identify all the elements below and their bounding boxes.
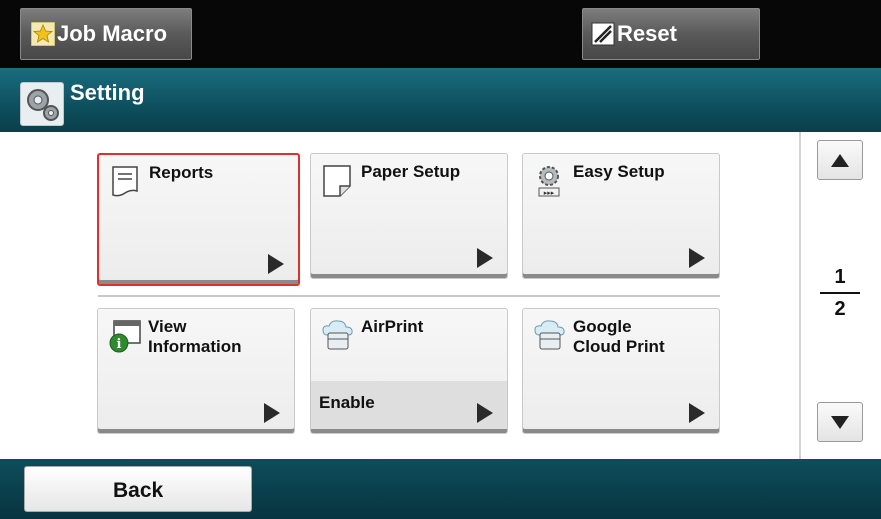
star-icon [30, 21, 56, 47]
tile-label: Google Cloud Print [573, 317, 665, 356]
settings-gear-icon [20, 82, 64, 126]
tile-label: Easy Setup [573, 162, 665, 181]
svg-text:▸▸▸: ▸▸▸ [544, 189, 555, 197]
arrow-icon [689, 403, 705, 423]
top-bar: Job Macro Reset [0, 0, 881, 68]
tile-reports[interactable]: Reports [97, 153, 300, 286]
row-divider [98, 295, 720, 297]
up-arrow-icon [831, 153, 849, 167]
arrow-icon [477, 403, 493, 423]
reset-icon [591, 22, 615, 46]
tile-view-information[interactable]: i View Information [97, 308, 295, 434]
settings-menu: Reports Paper Setup ▸▸▸ Easy Setup i Vie… [0, 132, 881, 459]
reset-label: Reset [617, 21, 677, 46]
tile-easy-setup[interactable]: ▸▸▸ Easy Setup [522, 153, 720, 279]
tile-paper-setup[interactable]: Paper Setup [310, 153, 508, 279]
page-fraction-line [820, 292, 860, 294]
back-button[interactable]: Back [24, 466, 252, 512]
scroll-up-button[interactable] [817, 140, 863, 180]
arrow-icon [689, 248, 705, 268]
title-bar: Setting [0, 68, 881, 132]
tile-label: Reports [149, 163, 214, 182]
gear-icon: ▸▸▸ [533, 164, 565, 198]
paper-icon [321, 164, 353, 198]
page-indicator: 1 2 [815, 266, 865, 321]
tile-label: View Information [148, 317, 242, 356]
tile-airprint[interactable]: AirPrint Enable [310, 308, 508, 434]
bottom-bar: Back [0, 459, 881, 519]
job-macro-label: Job Macro [57, 21, 168, 46]
arrow-icon [477, 248, 493, 268]
reports-icon [109, 165, 141, 199]
reset-button[interactable]: Reset [582, 8, 760, 60]
tile-google-cloud-print[interactable]: Google Cloud Print [522, 308, 720, 434]
cloud-printer-icon [533, 319, 565, 353]
arrow-icon [268, 254, 284, 274]
svg-text:i: i [117, 337, 122, 352]
job-macro-button[interactable]: Job Macro [20, 8, 192, 60]
scroll-down-button[interactable] [817, 402, 863, 442]
sidebar-divider [799, 132, 801, 459]
arrow-icon [264, 403, 280, 423]
total-pages: 2 [834, 298, 846, 320]
tile-label: AirPrint [361, 317, 424, 336]
page-title: Setting [70, 80, 145, 105]
current-page: 1 [834, 266, 846, 288]
down-arrow-icon [831, 415, 849, 429]
info-icon: i [108, 319, 141, 353]
tile-label: Paper Setup [361, 162, 461, 181]
cloud-printer-icon [321, 319, 353, 353]
